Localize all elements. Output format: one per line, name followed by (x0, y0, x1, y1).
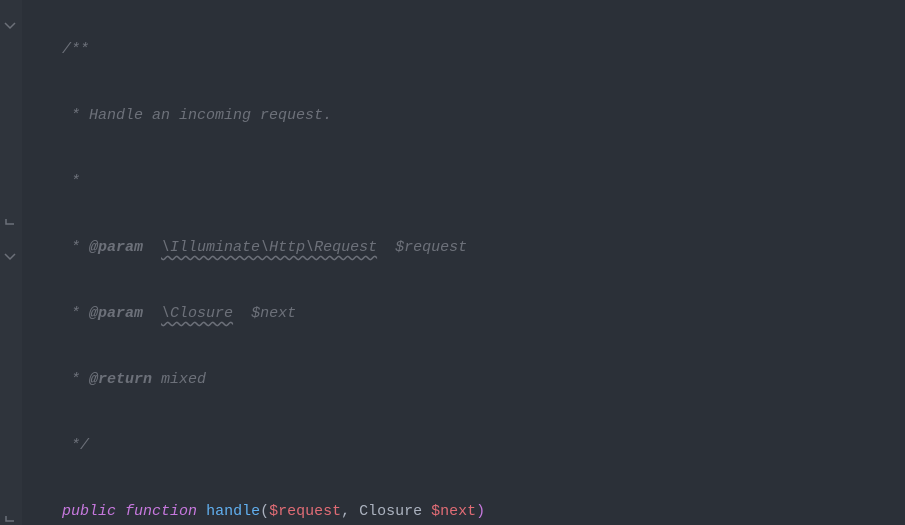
phpdoc-return-type: mixed (161, 371, 206, 388)
code-line[interactable]: public function handle($request, Closure… (26, 495, 905, 525)
code-line[interactable]: * Handle an incoming request. (26, 99, 905, 132)
keyword-function: function (125, 503, 197, 520)
fold-end-icon (4, 194, 16, 206)
docblock-close: */ (26, 437, 89, 454)
phpdoc-var: $next (251, 305, 296, 322)
type-closure: Closure (359, 503, 431, 520)
phpdoc-type: \Illuminate\Http\Request (161, 239, 377, 256)
phpdoc-var: $request (395, 239, 467, 256)
code-line[interactable]: * @param \Illuminate\Http\Request $reque… (26, 231, 905, 264)
phpdoc-type: \Closure (161, 305, 233, 322)
code-editor[interactable]: /** * Handle an incoming request. * * @p… (0, 0, 905, 525)
code-line[interactable]: * @param \Closure $next (26, 297, 905, 330)
keyword-public: public (62, 503, 116, 520)
code-line[interactable]: * (26, 165, 905, 198)
phpdoc-param-tag: @param (89, 305, 143, 322)
fold-end-icon (4, 491, 16, 503)
phpdoc-param-tag: @param (89, 239, 143, 256)
paren-close: ) (476, 503, 485, 520)
fold-marker-icon[interactable] (4, 227, 16, 239)
variable-next: $next (431, 503, 476, 520)
code-area[interactable]: /** * Handle an incoming request. * * @p… (22, 0, 905, 525)
fold-marker-icon[interactable] (4, 0, 16, 8)
phpdoc-return-tag: @return (89, 371, 152, 388)
function-name: handle (206, 503, 260, 520)
docblock-open: /** (26, 41, 89, 58)
gutter (0, 0, 22, 525)
variable-request: $request (269, 503, 341, 520)
code-line[interactable]: /** (26, 33, 905, 66)
docblock-summary: Handle an incoming request. (89, 107, 332, 124)
paren-open: ( (260, 503, 269, 520)
code-line[interactable]: */ (26, 429, 905, 462)
code-line[interactable]: * @return mixed (26, 363, 905, 396)
